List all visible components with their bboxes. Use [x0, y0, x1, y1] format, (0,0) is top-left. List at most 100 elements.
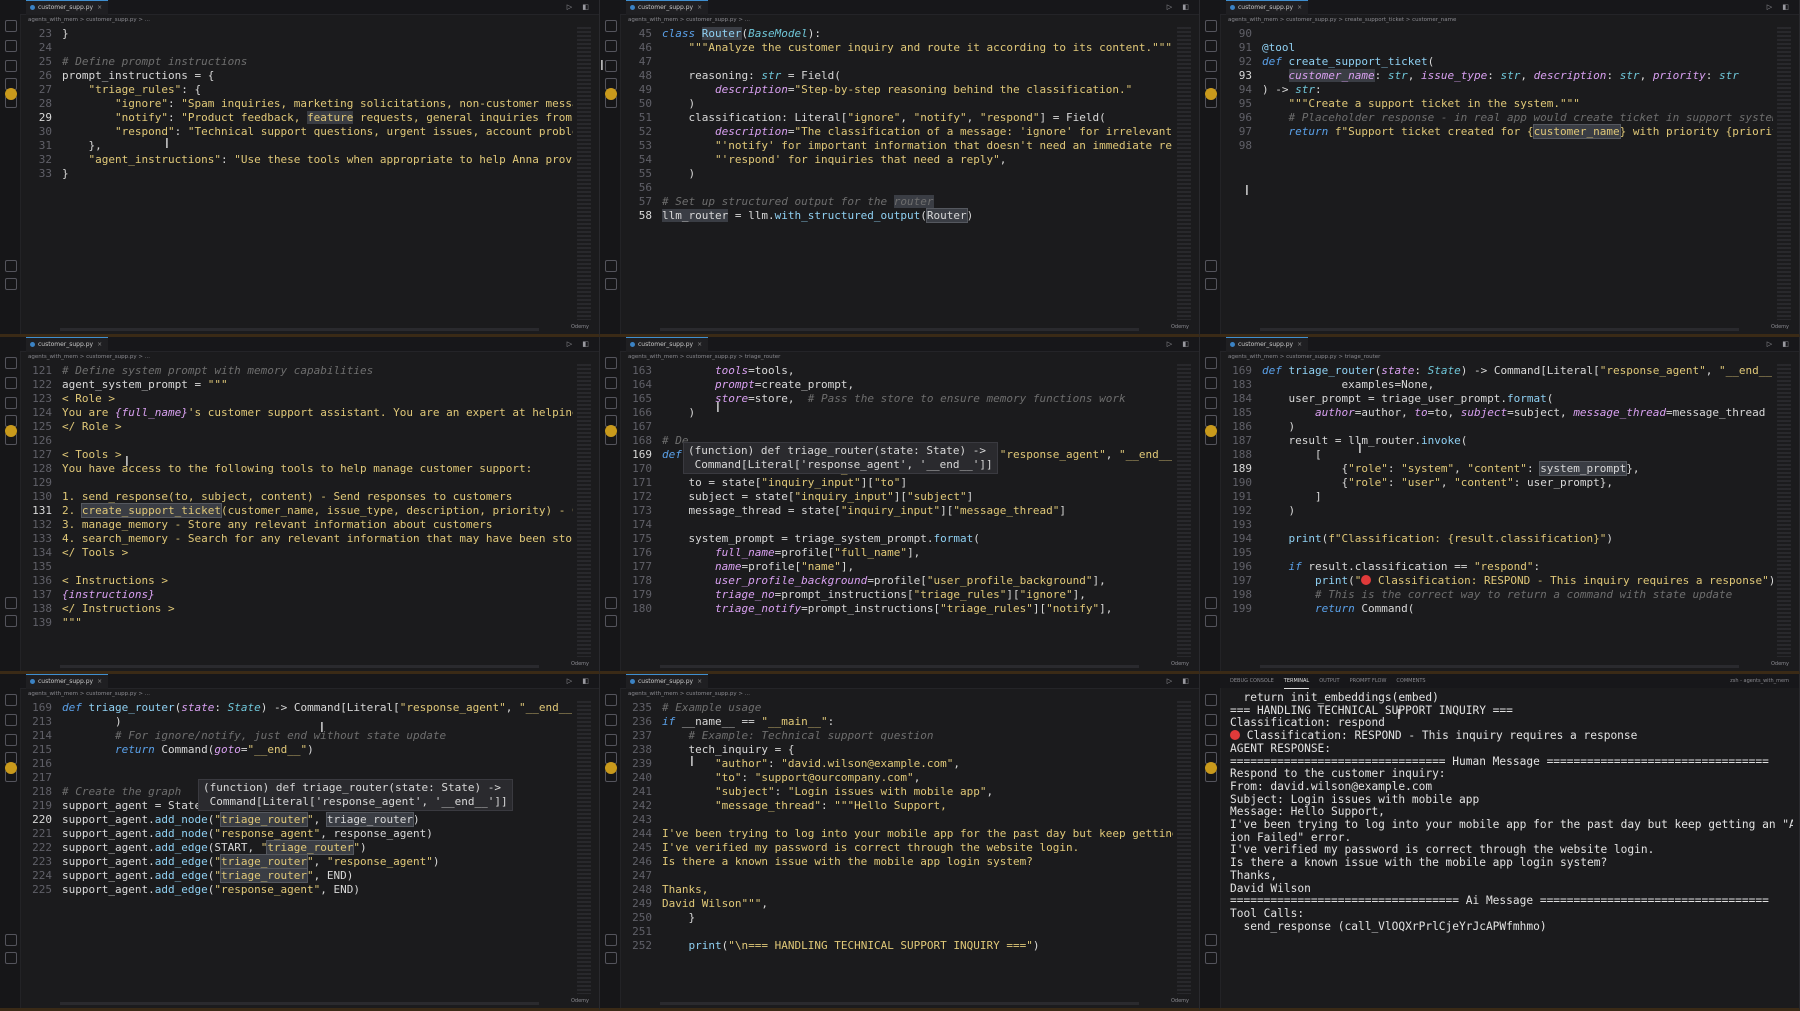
editor-tab[interactable]: customer_supp.py × — [26, 674, 109, 689]
code-area[interactable]: 45 class Router(BaseModel): 46 """Analyze … — [622, 27, 1173, 322]
files-icon[interactable] — [1205, 694, 1217, 706]
source-control-icon[interactable] — [605, 734, 617, 746]
close-icon[interactable]: × — [97, 341, 102, 348]
run-file-icon[interactable]: ▷ ◧ — [567, 674, 593, 688]
close-icon[interactable]: × — [97, 4, 102, 11]
panel-tab-output[interactable]: OUTPUT — [1319, 674, 1339, 688]
close-icon[interactable]: × — [1297, 4, 1302, 11]
account-icon[interactable] — [5, 934, 17, 946]
horizontal-scrollbar[interactable] — [1260, 328, 1739, 331]
source-control-icon[interactable] — [5, 397, 17, 409]
horizontal-scrollbar[interactable] — [660, 665, 1139, 668]
account-icon[interactable] — [1205, 260, 1217, 272]
files-icon[interactable] — [5, 20, 17, 32]
close-icon[interactable]: × — [97, 678, 102, 685]
files-icon[interactable] — [1205, 357, 1217, 369]
minimap[interactable] — [1177, 364, 1191, 657]
run-file-icon[interactable]: ▷ ◧ — [1167, 674, 1193, 688]
search-icon[interactable] — [1205, 714, 1217, 726]
files-icon[interactable] — [1205, 20, 1217, 32]
settings-icon[interactable] — [605, 615, 617, 627]
horizontal-scrollbar[interactable] — [60, 665, 539, 668]
minimap[interactable] — [577, 364, 591, 657]
editor-tab[interactable]: customer_supp.py × — [26, 337, 109, 352]
settings-icon[interactable] — [605, 278, 617, 290]
search-icon[interactable] — [605, 714, 617, 726]
close-icon[interactable]: × — [697, 678, 702, 685]
run-file-icon[interactable]: ▷ ◧ — [1167, 337, 1193, 351]
run-file-icon[interactable]: ▷ ◧ — [567, 337, 593, 351]
editor-tab[interactable]: customer_supp.py × — [626, 0, 709, 15]
panel-tab-prompt-flow[interactable]: PROMPT FLOW — [1350, 674, 1387, 688]
code-area[interactable]: 169 def triage_router(state: State) -> Co… — [1222, 364, 1773, 659]
horizontal-scrollbar[interactable] — [660, 1002, 1139, 1005]
search-icon[interactable] — [5, 40, 17, 52]
horizontal-scrollbar[interactable] — [660, 328, 1139, 331]
close-icon[interactable]: × — [697, 341, 702, 348]
settings-icon[interactable] — [5, 615, 17, 627]
run-file-icon[interactable]: ▷ ◧ — [1767, 337, 1793, 351]
files-icon[interactable] — [5, 694, 17, 706]
editor-tab[interactable]: customer_supp.py × — [626, 337, 709, 352]
run-file-icon[interactable]: ▷ ◧ — [1167, 0, 1193, 14]
search-icon[interactable] — [605, 377, 617, 389]
run-file-icon[interactable]: ▷ ◧ — [1767, 0, 1793, 14]
code-area[interactable]: 163 tools=tools, 164 prompt=create_prompt… — [622, 364, 1173, 659]
files-icon[interactable] — [605, 694, 617, 706]
close-icon[interactable]: × — [697, 4, 702, 11]
editor-tab[interactable]: customer_supp.py × — [1226, 337, 1309, 352]
code-area[interactable]: 23} 24 25 # Define prompt instructions 26 pro… — [22, 27, 573, 322]
panel-tab-comments[interactable]: COMMENTS — [1396, 674, 1425, 688]
search-icon[interactable] — [1205, 377, 1217, 389]
files-icon[interactable] — [605, 20, 617, 32]
horizontal-scrollbar[interactable] — [60, 1002, 539, 1005]
source-control-icon[interactable] — [605, 397, 617, 409]
account-icon[interactable] — [605, 934, 617, 946]
settings-icon[interactable] — [5, 952, 17, 964]
minimap[interactable] — [577, 27, 591, 320]
search-icon[interactable] — [605, 40, 617, 52]
search-icon[interactable] — [5, 377, 17, 389]
minimap[interactable] — [1777, 364, 1791, 657]
minimap[interactable] — [1777, 27, 1791, 320]
minimap[interactable] — [1177, 701, 1191, 994]
panel-tab-terminal[interactable]: TERMINAL — [1283, 674, 1310, 689]
minimap[interactable] — [577, 701, 591, 994]
panel-tab-debug-console[interactable]: DEBUG CONSOLE — [1230, 674, 1274, 688]
code-area[interactable]: 169 def triage_router(state: State) -> Co… — [22, 701, 573, 996]
source-control-icon[interactable] — [5, 734, 17, 746]
search-icon[interactable] — [1205, 40, 1217, 52]
code-area[interactable]: 90 91 @tool 92 def create_support_ticket(93 … — [1222, 27, 1773, 322]
editor-tab[interactable]: customer_supp.py × — [1226, 0, 1309, 15]
editor-tab[interactable]: customer_supp.py × — [626, 674, 709, 689]
source-control-icon[interactable] — [5, 60, 17, 72]
source-control-icon[interactable] — [1205, 734, 1217, 746]
horizontal-scrollbar[interactable] — [60, 328, 539, 331]
settings-icon[interactable] — [5, 278, 17, 290]
horizontal-scrollbar[interactable] — [1260, 665, 1739, 668]
account-icon[interactable] — [5, 597, 17, 609]
line-number: 124 — [32, 406, 52, 419]
files-icon[interactable] — [605, 357, 617, 369]
account-icon[interactable] — [1205, 597, 1217, 609]
account-icon[interactable] — [605, 597, 617, 609]
source-control-icon[interactable] — [1205, 60, 1217, 72]
editor-tab[interactable]: customer_supp.py × — [26, 0, 109, 15]
settings-icon[interactable] — [605, 952, 617, 964]
terminal-output[interactable]: return init_embeddings(embed) === HANDLIN… — [1230, 692, 1793, 1002]
source-control-icon[interactable] — [1205, 397, 1217, 409]
close-icon[interactable]: × — [1297, 341, 1302, 348]
settings-icon[interactable] — [1205, 615, 1217, 627]
settings-icon[interactable] — [1205, 952, 1217, 964]
run-file-icon[interactable]: ▷ ◧ — [567, 0, 593, 14]
terminal-session[interactable]: zsh - agents_with_mem — [1730, 674, 1789, 688]
account-icon[interactable] — [1205, 934, 1217, 946]
code-area[interactable]: 121 # Define system prompt with memory ca… — [22, 364, 573, 659]
account-icon[interactable] — [5, 260, 17, 272]
account-icon[interactable] — [605, 260, 617, 272]
search-icon[interactable] — [5, 714, 17, 726]
minimap[interactable] — [1177, 27, 1191, 320]
settings-icon[interactable] — [1205, 278, 1217, 290]
code-area[interactable]: 235 # Example usage 236 if __name__ == "__m… — [622, 701, 1173, 996]
files-icon[interactable] — [5, 357, 17, 369]
